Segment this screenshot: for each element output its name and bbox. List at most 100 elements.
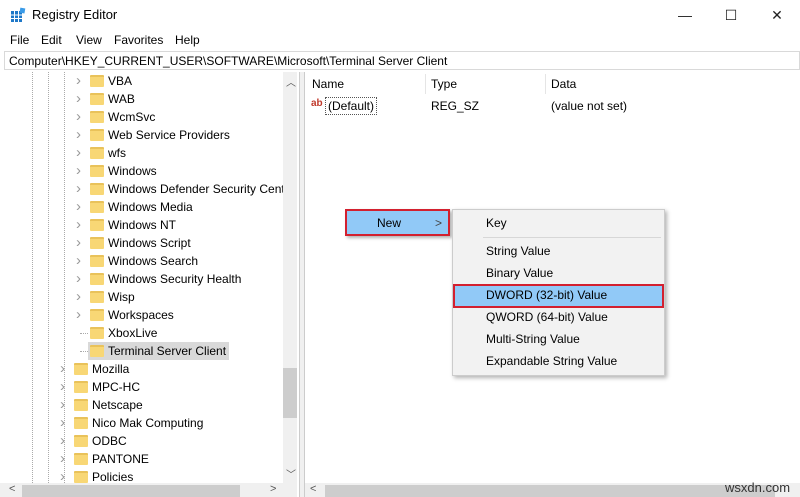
values-hscroll-thumb[interactable] [325,485,775,497]
folder-icon [74,417,88,429]
chevron-right-icon[interactable]: › [76,90,81,108]
scroll-left-icon[interactable]: < [310,483,316,495]
value-name: (Default) [325,97,378,115]
tree-vertical-scrollbar[interactable] [283,72,297,483]
chevron-right-icon[interactable]: › [76,306,81,324]
tree-item[interactable]: › PANTONE [0,450,283,468]
menu-item-string-value[interactable]: String Value [486,240,550,262]
tree-item-label: MPC-HC [92,380,140,394]
menu-edit[interactable]: Edit [41,33,62,47]
chevron-right-icon[interactable]: › [76,288,81,306]
menu-file[interactable]: File [10,33,29,47]
maximize-button[interactable]: ☐ [708,0,754,30]
chevron-right-icon[interactable]: › [60,450,65,468]
folder-icon [90,237,104,249]
chevron-right-icon[interactable]: › [76,162,81,180]
tree-item[interactable]: › MPC-HC [0,378,283,396]
chevron-right-icon[interactable]: › [76,144,81,162]
folder-icon [90,291,104,303]
value-row[interactable]: ab (Default) REG_SZ (value not set) [310,97,710,115]
scroll-up-icon[interactable]: ︿ [286,74,296,89]
tree-item[interactable]: › Windows Defender Security Cent [0,180,283,198]
menu-view[interactable]: View [76,33,102,47]
chevron-right-icon[interactable]: › [76,216,81,234]
scroll-down-icon[interactable]: ﹀ [286,466,296,481]
folder-icon [90,93,104,105]
tree-item[interactable]: › Nico Mak Computing [0,414,283,432]
menu-bar: File Edit View Favorites Help [0,30,800,50]
tree-item[interactable]: › Windows Security Health [0,270,283,288]
folder-icon [90,75,104,87]
tree-scroll-thumb[interactable] [283,368,297,418]
menu-help[interactable]: Help [175,33,200,47]
chevron-right-icon[interactable]: › [60,468,65,483]
tree-item-label: Netscape [92,398,143,412]
value-data: (value not set) [551,99,628,113]
tree-item[interactable]: › WAB [0,90,283,108]
chevron-right-icon[interactable]: › [76,270,81,288]
column-data[interactable]: Data [551,77,576,91]
chevron-right-icon[interactable]: › [76,108,81,126]
tree-hscroll-thumb[interactable] [22,485,240,497]
value-type: REG_SZ [431,99,480,113]
column-divider[interactable] [425,74,426,94]
chevron-right-icon[interactable]: › [76,234,81,252]
tree-item[interactable]: › WcmSvc [0,108,283,126]
folder-icon [90,345,104,357]
tree-item-label: Windows Defender Security Cent [108,182,283,196]
close-button[interactable]: ✕ [754,0,800,30]
menu-item-qword-value[interactable]: QWORD (64-bit) Value [486,306,608,328]
chevron-right-icon[interactable]: › [60,360,65,378]
tree-item[interactable]: › Wisp [0,288,283,306]
scroll-left-icon[interactable]: < [9,483,15,495]
tree-item[interactable]: › Netscape [0,396,283,414]
menu-favorites[interactable]: Favorites [114,33,163,47]
tree-item-label: PANTONE [92,452,149,466]
menu-item-binary-value[interactable]: Binary Value [486,262,553,284]
menu-item-multi-string-value[interactable]: Multi-String Value [486,328,580,350]
scroll-right-icon[interactable]: > [270,483,276,495]
menu-item-key[interactable]: Key [486,212,507,234]
tree-item-label: Policies [92,470,134,483]
string-value-icon: ab [311,98,323,109]
column-name[interactable]: Name [312,77,344,91]
window-title: Registry Editor [32,7,118,22]
chevron-right-icon[interactable]: › [76,252,81,270]
folder-icon [90,219,104,231]
tree-item[interactable]: › VBA [0,72,283,90]
context-menu-new[interactable]: New > [345,209,450,236]
address-bar[interactable]: Computer\HKEY_CURRENT_USER\SOFTWARE\Micr… [4,51,800,70]
tree-item[interactable]: XboxLive [0,324,283,342]
chevron-right-icon[interactable]: › [60,378,65,396]
chevron-right-icon[interactable]: › [76,198,81,216]
tree-item[interactable]: › Windows Search [0,252,283,270]
tree-item[interactable]: › Windows NT [0,216,283,234]
new-label: New [377,216,402,230]
menu-item-expandable-string-value[interactable]: Expandable String Value [486,350,617,372]
registry-editor-icon [11,7,26,22]
tree-item[interactable]: Terminal Server Client [0,342,283,360]
tree-item[interactable]: › Windows Script [0,234,283,252]
column-type[interactable]: Type [431,77,457,91]
chevron-right-icon[interactable]: › [60,414,65,432]
chevron-right-icon[interactable]: › [76,180,81,198]
menu-item-dword-value[interactable]: DWORD (32-bit) Value [486,284,607,306]
tree-item[interactable]: › Mozilla [0,360,283,378]
title-bar: Registry Editor — ☐ ✕ [0,0,800,30]
tree-item-label: Windows Search [108,254,199,268]
tree-item[interactable]: › ODBC [0,432,283,450]
chevron-right-icon[interactable]: › [60,432,65,450]
tree-item-label: Windows Security Health [108,272,242,286]
chevron-right-icon[interactable]: › [60,396,65,414]
tree-item[interactable]: › Policies [0,468,283,483]
chevron-right-icon[interactable]: › [76,126,81,144]
tree-item[interactable]: › Web Service Providers [0,126,283,144]
minimize-button[interactable]: — [662,0,708,30]
tree-item[interactable]: › wfs [0,144,283,162]
chevron-right-icon[interactable]: › [76,72,81,90]
folder-icon [90,147,104,159]
tree-item[interactable]: › Workspaces [0,306,283,324]
tree-item[interactable]: › Windows Media [0,198,283,216]
column-divider[interactable] [545,74,546,94]
tree-item[interactable]: › Windows [0,162,283,180]
